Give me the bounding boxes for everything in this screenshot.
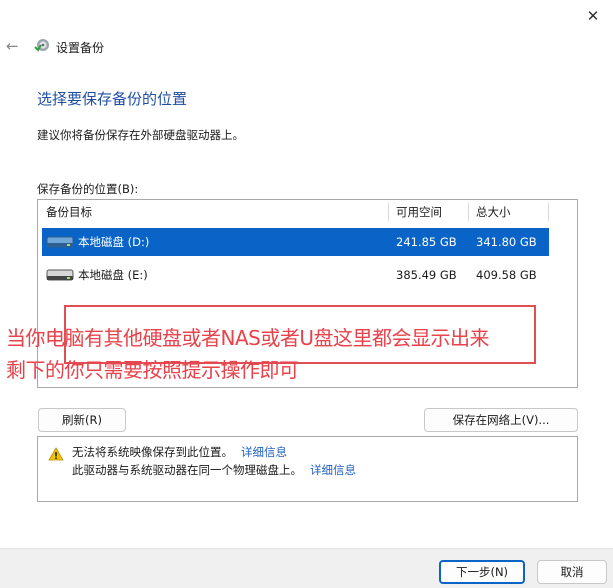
warning-triangle-icon <box>48 447 64 461</box>
hard-drive-icon <box>46 236 74 248</box>
drive-total-size: 341.80 GB <box>476 235 537 249</box>
annotation-text-line-1: 当你电脑有其他硬盘或者NAS或者U盘这里都会显示出来 <box>6 326 489 350</box>
warning-message-1: 无法将系统映像保存到此位置。 详细信息 <box>72 444 287 460</box>
drive-free-space: 241.85 GB <box>396 235 457 249</box>
warning-text: 此驱动器与系统驱动器在同一个物理磁盘上。 <box>72 463 302 477</box>
next-button[interactable]: 下一步(N) <box>439 560 525 584</box>
warning-text: 无法将系统映像保存到此位置。 <box>72 445 233 459</box>
table-row-drive-e[interactable]: 本地磁盘 (E:) 385.49 GB 409.58 GB <box>42 261 549 289</box>
page-heading: 选择要保存备份的位置 <box>37 90 188 108</box>
window-title: 设置备份 <box>56 41 105 55</box>
refresh-button[interactable]: 刷新(R) <box>38 408 126 432</box>
cancel-button[interactable]: 取消 <box>537 560 607 584</box>
save-on-network-button[interactable]: 保存在网络上(V)... <box>424 408 578 432</box>
column-divider <box>388 203 389 221</box>
hard-drive-icon <box>46 269 74 281</box>
column-divider <box>468 203 469 221</box>
column-divider <box>548 203 549 221</box>
close-button[interactable]: ✕ <box>583 6 603 26</box>
drive-free-space: 385.49 GB <box>396 268 457 282</box>
warning-message-2: 此驱动器与系统驱动器在同一个物理磁盘上。 详细信息 <box>72 462 356 478</box>
backup-app-icon <box>34 39 49 52</box>
drive-total-size: 409.58 GB <box>476 268 537 282</box>
back-arrow-icon: ← <box>6 37 19 55</box>
drive-name: 本地磁盘 (D:) <box>78 235 150 249</box>
column-header-total-size[interactable]: 总大小 <box>476 200 511 224</box>
column-header-free-space[interactable]: 可用空间 <box>396 200 442 224</box>
column-header-target[interactable]: 备份目标 <box>46 200 92 224</box>
dialog-footer: 下一步(N) 取消 <box>0 548 613 588</box>
warning-panel: 无法将系统映像保存到此位置。 详细信息 此驱动器与系统驱动器在同一个物理磁盘上。详… <box>37 436 578 502</box>
annotation-text-line-2: 剩下的你只需要按照提示操作即可 <box>6 358 299 382</box>
close-icon: ✕ <box>586 7 600 25</box>
page-description: 建议你将备份保存在外部硬盘驱动器上。 <box>37 128 244 142</box>
details-link[interactable]: 详细信息 <box>241 445 287 459</box>
location-list-label: 保存备份的位置(B): <box>37 182 139 196</box>
details-link[interactable]: 详细信息 <box>310 463 356 477</box>
table-row-drive-d[interactable]: 本地磁盘 (D:) 241.85 GB 341.80 GB <box>42 228 549 256</box>
back-button[interactable]: ← <box>6 38 19 54</box>
drive-name: 本地磁盘 (E:) <box>78 268 148 282</box>
